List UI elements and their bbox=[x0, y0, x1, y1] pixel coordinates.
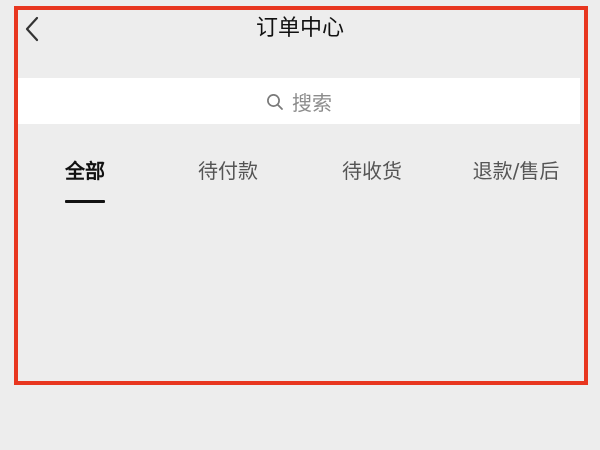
tab-pending-payment[interactable]: 待付款 bbox=[192, 150, 264, 206]
tab-label: 待收货 bbox=[342, 159, 402, 183]
search-bar[interactable]: 搜索 bbox=[18, 78, 580, 124]
tab-label: 退款/售后 bbox=[472, 159, 560, 183]
search-placeholder: 搜索 bbox=[292, 90, 332, 115]
tab-refund-aftersale[interactable]: 退款/售后 bbox=[466, 150, 566, 206]
tab-all[interactable]: 全部 bbox=[56, 150, 114, 206]
tab-label: 待付款 bbox=[198, 159, 258, 183]
tab-pending-receipt[interactable]: 待收货 bbox=[336, 150, 408, 206]
order-tabs: 全部 待付款 待收货 退款/售后 bbox=[18, 150, 580, 210]
active-tab-indicator bbox=[65, 200, 105, 203]
page-title: 订单中心 bbox=[255, 16, 344, 41]
search-icon bbox=[267, 94, 283, 110]
tab-label: 全部 bbox=[65, 159, 105, 183]
